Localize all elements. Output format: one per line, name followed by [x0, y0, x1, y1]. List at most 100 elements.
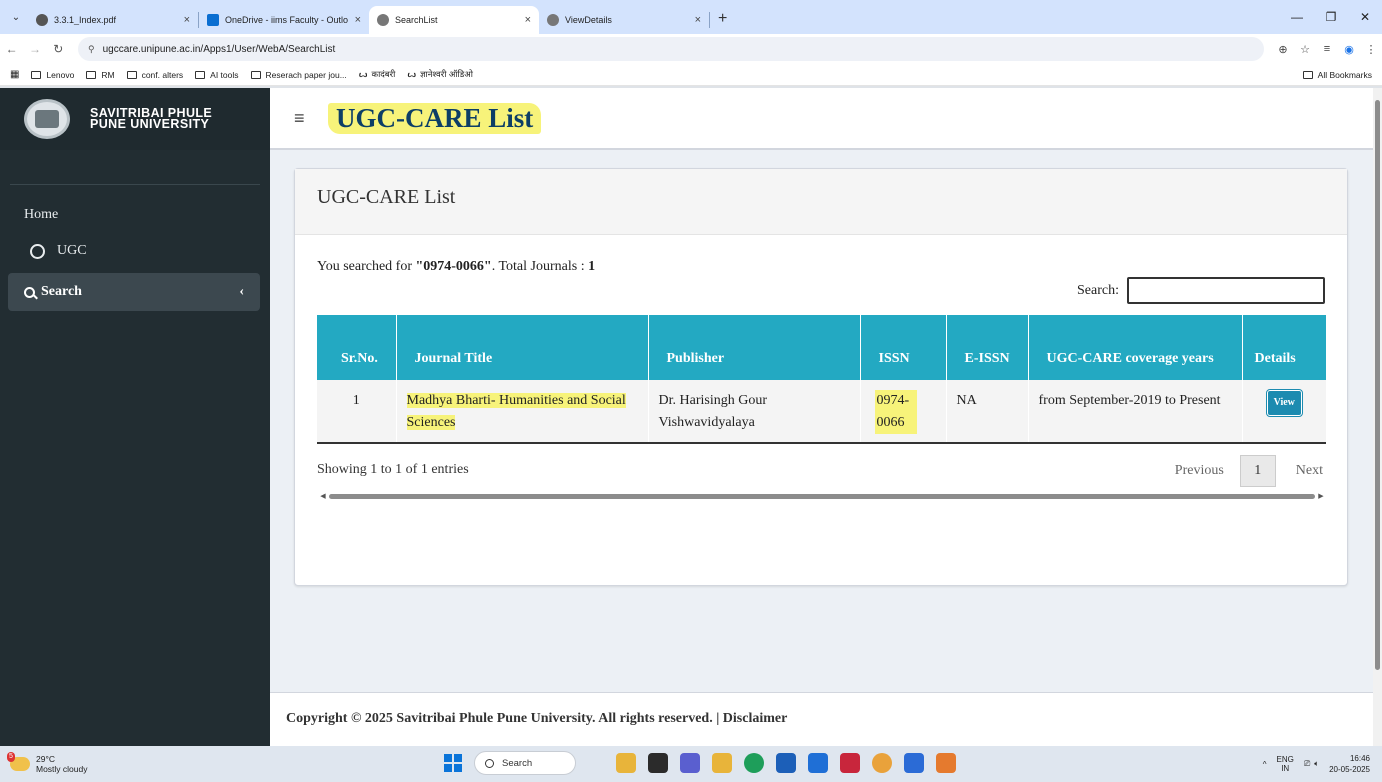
- table-search-input[interactable]: [1127, 277, 1325, 304]
- clock[interactable]: 16:46 20-05-2025: [1329, 753, 1370, 775]
- results-box: UGC-CARE List You searched for "0974-006…: [294, 168, 1348, 586]
- tab-viewdetails[interactable]: ViewDetails ×: [539, 6, 709, 34]
- reload-icon[interactable]: ↻: [47, 42, 70, 56]
- url-field[interactable]: ⚲ ugccare.unipune.ac.in/Apps1/User/WebA/…: [77, 37, 1265, 61]
- profile-icon[interactable]: ◉: [1338, 43, 1360, 56]
- bookmark-star-icon[interactable]: ☆: [1294, 43, 1316, 56]
- zoom-icon[interactable]: ⊕: [1272, 43, 1294, 56]
- weather-widget[interactable]: 5 29°C Mostly cloudy: [7, 752, 88, 774]
- col-header-journal-title[interactable]: Journal Title: [396, 315, 649, 380]
- minimize-icon[interactable]: —: [1280, 10, 1314, 24]
- sidebar-item-ugc[interactable]: UGC: [30, 243, 270, 259]
- previous-button[interactable]: Previous: [1175, 463, 1224, 479]
- scroll-left-icon[interactable]: ◀: [317, 492, 329, 500]
- windows-start-icon[interactable]: [444, 754, 462, 772]
- col-header-publisher[interactable]: Publisher: [648, 315, 861, 380]
- chevron-up-icon[interactable]: ^: [1263, 760, 1267, 769]
- tab-searchlist[interactable]: SearchList ×: [369, 6, 539, 34]
- pagination: Previous 1 Next: [1175, 455, 1323, 487]
- taskbar-app-lenovo-icon[interactable]: [808, 753, 828, 773]
- col-header-srno[interactable]: Sr.No.: [317, 315, 397, 380]
- reading-list-icon[interactable]: ≡: [1316, 43, 1338, 56]
- volume-icon[interactable]: 🔈︎: [1314, 759, 1319, 769]
- system-tray: ^ ENG IN ⎚ 🔈︎ 16:46 20-05-2025: [1263, 746, 1370, 782]
- temperature: 29°C: [36, 754, 55, 764]
- bookmark-label: conf. alters: [141, 69, 184, 80]
- forward-icon[interactable]: →: [23, 42, 46, 56]
- tab-close-icon[interactable]: ×: [525, 14, 531, 26]
- university-seal-icon: [547, 14, 559, 26]
- taskbar-app-store-icon[interactable]: [776, 753, 796, 773]
- taskbar-app-chrome-icon[interactable]: [872, 753, 892, 773]
- folder-icon: [31, 70, 42, 79]
- tab-close-icon[interactable]: ×: [184, 14, 190, 26]
- apps-grid-icon[interactable]: ▦: [10, 69, 19, 80]
- scrollbar-thumb[interactable]: [329, 493, 1315, 499]
- language-indicator[interactable]: ENG IN: [1277, 755, 1294, 773]
- col-header-issn[interactable]: ISSN: [860, 315, 947, 380]
- sidebar-item-search[interactable]: Search ‹: [8, 273, 260, 311]
- taskbar-app-snipping-icon[interactable]: [936, 753, 956, 773]
- table-horizontal-scrollbar[interactable]: ◀ ▶: [317, 492, 1327, 500]
- col-header-eissn[interactable]: E-ISSN: [946, 315, 1029, 380]
- bookmark-label: Lenovo: [46, 69, 75, 80]
- outlook-icon: [207, 14, 219, 26]
- cell-coverage: from September-2019 to Present: [1028, 380, 1243, 444]
- search-icon: [485, 758, 494, 768]
- table-header: Sr.No. Journal Title Publisher ISSN E-IS…: [317, 315, 1326, 380]
- taskbar-app-explorer-icon[interactable]: [712, 753, 732, 773]
- scroll-right-icon[interactable]: ▶: [1315, 492, 1327, 500]
- taskbar-search[interactable]: Search: [474, 751, 576, 775]
- new-tab-button[interactable]: +: [718, 10, 727, 28]
- taskbar-app-photos-icon[interactable]: [616, 753, 636, 773]
- weather-cloud-icon: 5: [7, 752, 30, 771]
- bookmark-dnyaneshwari[interactable]: ꙍ ज्ञानेश्वरी ऑडिओ: [407, 69, 473, 80]
- menu-kebab-icon[interactable]: ⋮: [1360, 43, 1382, 56]
- page-vertical-scrollbar[interactable]: [1373, 88, 1382, 746]
- taskbar-app-taskview-icon[interactable]: [648, 753, 668, 773]
- tab-onedrive[interactable]: OneDrive - iims Faculty - Outlo ×: [199, 6, 369, 34]
- tab-search-menu[interactable]: ⌄: [4, 12, 28, 23]
- bookmark-rm[interactable]: RM: [86, 70, 115, 80]
- cell-details: View: [1242, 380, 1326, 444]
- scrollbar-thumb[interactable]: [1375, 100, 1380, 670]
- bookmark-ai-tools[interactable]: AI tools: [195, 70, 239, 80]
- bookmark-kadambari[interactable]: ꙍ कादंबरी: [359, 69, 396, 80]
- brand[interactable]: SAVITRIBAI PHULE PUNE UNIVERSITY: [0, 88, 270, 150]
- box-title: UGC-CARE List: [295, 169, 1347, 235]
- bookmark-label: ज्ञानेश्वरी ऑडिओ: [420, 69, 473, 79]
- network-icon[interactable]: ⎚: [1304, 759, 1310, 769]
- weather-text: 29°C Mostly cloudy: [36, 754, 88, 774]
- bookmark-research-paper[interactable]: Reserach paper jou...: [250, 69, 347, 80]
- hamburger-menu-icon[interactable]: ≡: [294, 108, 320, 129]
- taskbar-app-word-icon[interactable]: [904, 753, 924, 773]
- bookmark-lenovo[interactable]: Lenovo: [31, 70, 74, 80]
- sidebar-item-label: Search: [41, 284, 82, 299]
- site-info-icon[interactable]: ⚲: [88, 44, 95, 55]
- bookmarks-bar: ▦ Lenovo RM conf. alters AI tools Resera…: [0, 64, 1382, 86]
- total-count: 1: [588, 259, 596, 274]
- address-bar: ← → ↻ ⚲ ugccare.unipune.ac.in/Apps1/User…: [0, 34, 1382, 64]
- university-seal-icon: [377, 14, 389, 26]
- lang-code: ENG: [1276, 755, 1294, 764]
- close-window-icon[interactable]: ✕: [1348, 10, 1382, 24]
- taskbar-app-teams-icon[interactable]: [680, 753, 700, 773]
- taskbar-app-edge-icon[interactable]: [744, 753, 764, 773]
- col-header-coverage[interactable]: UGC-CARE coverage years: [1028, 315, 1243, 380]
- restore-icon[interactable]: ❐: [1314, 10, 1348, 24]
- bookmark-label: Reserach paper jou...: [265, 69, 347, 80]
- all-bookmarks[interactable]: All Bookmarks: [1302, 64, 1372, 86]
- sidebar-item-label: UGC: [57, 243, 87, 258]
- bookmark-conf-alters[interactable]: conf. alters: [126, 69, 184, 80]
- next-button[interactable]: Next: [1296, 463, 1323, 479]
- view-button[interactable]: View: [1265, 389, 1303, 417]
- page-1-button[interactable]: 1: [1239, 455, 1276, 487]
- taskbar-app-mcafee-icon[interactable]: [840, 753, 860, 773]
- region-code: IN: [1281, 764, 1290, 773]
- tab-index-pdf[interactable]: 3.3.1_Index.pdf ×: [28, 6, 198, 34]
- col-header-details[interactable]: Details: [1242, 315, 1326, 380]
- back-icon[interactable]: ←: [0, 42, 23, 56]
- tab-close-icon[interactable]: ×: [695, 14, 701, 26]
- tab-close-icon[interactable]: ×: [355, 14, 361, 26]
- sidebar-item-home[interactable]: Home: [24, 207, 270, 223]
